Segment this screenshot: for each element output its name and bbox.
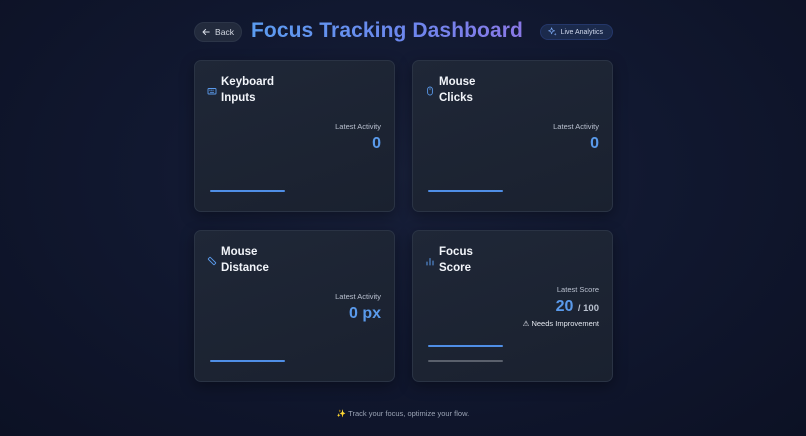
page-title: Focus Tracking Dashboard bbox=[251, 19, 523, 42]
back-button-label: Back bbox=[215, 27, 234, 37]
mouse-clicks-card: Mouse Clicks Latest Activity 0 bbox=[412, 60, 613, 212]
card-title: Mouse Clicks bbox=[439, 76, 476, 104]
focus-status-text: Needs Improvement bbox=[531, 319, 599, 328]
footer-text: Track your focus, optimize your flow. bbox=[348, 409, 470, 418]
distance-sparkline bbox=[210, 360, 285, 362]
mouse-icon bbox=[425, 83, 435, 96]
card-title: Keyboard Inputs bbox=[221, 76, 275, 104]
focus-score-card: Focus Score Latest Score 20 / 100 ⚠ Need… bbox=[412, 230, 613, 382]
card-title: Focus Score bbox=[439, 246, 473, 274]
back-button[interactable]: Back bbox=[194, 22, 242, 42]
warning-icon: ⚠ bbox=[522, 319, 530, 328]
footer-tagline: ✨ Track your focus, optimize your flow. bbox=[0, 409, 806, 418]
sparkle-emoji-icon: ✨ bbox=[336, 409, 347, 418]
mouse-clicks-value: 0 bbox=[590, 135, 599, 152]
bar-chart-icon bbox=[425, 253, 435, 266]
mouse-distance-value: 0 px bbox=[348, 305, 381, 322]
card-title: Mouse Distance bbox=[221, 246, 269, 274]
score-max: / 100 bbox=[577, 303, 599, 314]
sparkles-icon bbox=[547, 26, 557, 38]
latest-activity-label: Latest Activity bbox=[335, 292, 381, 301]
focus-baseline-sparkline bbox=[428, 360, 503, 362]
latest-activity-label: Latest Activity bbox=[335, 122, 381, 131]
keyboard-inputs-value: 0 bbox=[372, 135, 381, 152]
arrow-left-icon bbox=[202, 28, 210, 36]
latest-score-label: Latest Score bbox=[556, 285, 599, 294]
keyboard-icon bbox=[207, 83, 217, 95]
focus-status: ⚠ Needs Improvement bbox=[523, 319, 599, 328]
focus-score-value: 20 / 100 bbox=[556, 298, 599, 316]
latest-activity-label: Latest Activity bbox=[553, 122, 599, 131]
header: Back Focus Tracking Dashboard Live Analy… bbox=[194, 18, 613, 46]
live-analytics-label: Live Analytics bbox=[560, 28, 603, 36]
clicks-sparkline bbox=[428, 190, 503, 192]
keyboard-inputs-card: Keyboard Inputs Latest Activity 0 bbox=[194, 60, 395, 212]
focus-sparkline bbox=[428, 345, 503, 347]
mouse-distance-card: Mouse Distance Latest Activity 0 px bbox=[194, 230, 395, 382]
live-analytics-badge: Live Analytics bbox=[539, 24, 613, 40]
ruler-icon bbox=[207, 253, 217, 266]
keyboard-sparkline bbox=[210, 190, 285, 192]
score-number: 20 bbox=[555, 298, 574, 315]
